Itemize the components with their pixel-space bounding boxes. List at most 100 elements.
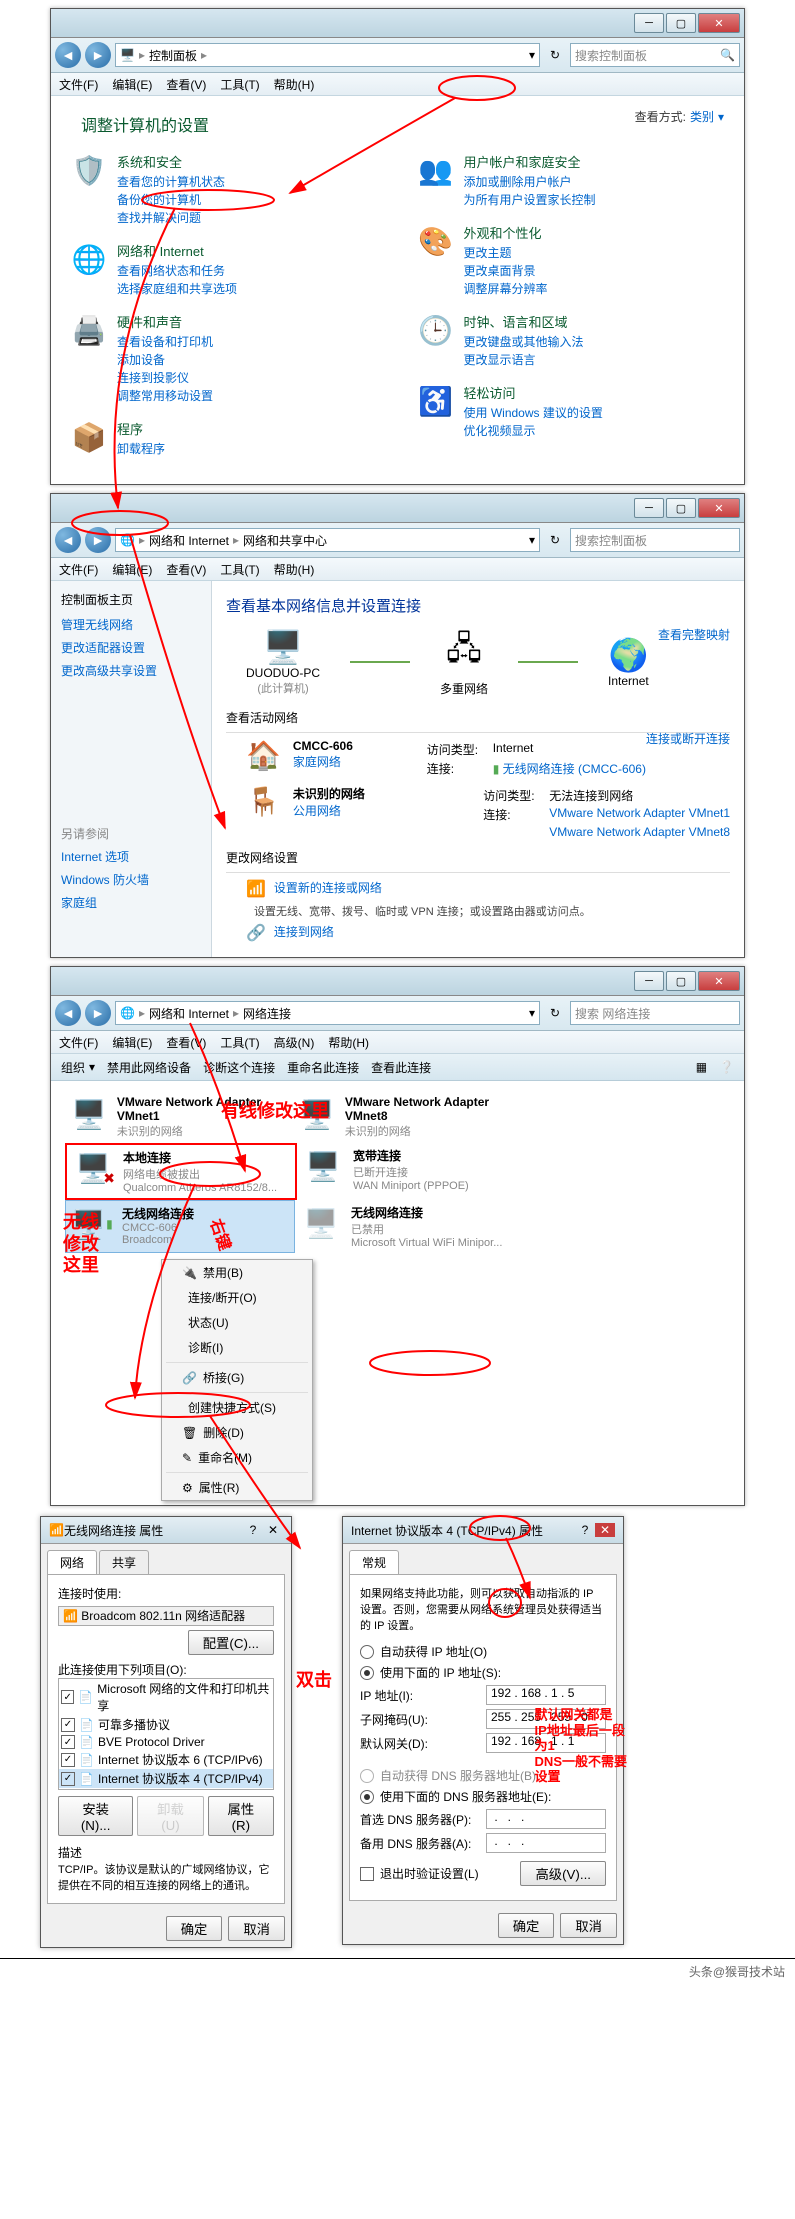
address-bar[interactable]: 🌐▸ 网络和 Internet▸ 网络和共享中心 ▾ (115, 528, 540, 552)
link-add-device[interactable]: 添加设备 (117, 351, 213, 369)
link-lang[interactable]: 更改显示语言 (464, 351, 584, 369)
menu-adv[interactable]: 高级(N) (274, 1034, 315, 1051)
refresh-button[interactable]: ↻ (544, 1006, 566, 1020)
view-mode-value[interactable]: 类别 (690, 108, 714, 125)
adapter-ethernet[interactable]: 🖥️✖ 本地连接网络电缆被拔出Qualcomm Atheros AR8152/8… (65, 1143, 297, 1200)
dns1-input[interactable]: . . . (486, 1809, 606, 1829)
close-button[interactable]: ✕ (263, 1523, 283, 1537)
link-devices[interactable]: 查看设备和打印机 (117, 333, 213, 351)
cat-programs[interactable]: 程序 (117, 419, 165, 438)
vmnet1-link[interactable]: VMware Network Adapter VMnet1 (549, 806, 730, 823)
menu-edit[interactable]: 编辑(E) (112, 561, 152, 578)
ctx-status[interactable]: 状态(U) (162, 1310, 312, 1335)
crumb[interactable]: 控制面板 (149, 47, 197, 64)
link-bg[interactable]: 更改桌面背景 (464, 262, 548, 280)
maximize-button[interactable]: ▢ (666, 971, 696, 991)
close-button[interactable]: ✕ (595, 1523, 615, 1537)
search-input[interactable]: 搜索控制面板 🔍 (570, 43, 740, 67)
menu-help[interactable]: 帮助(H) (274, 76, 315, 93)
link-mobile[interactable]: 调整常用移动设置 (117, 387, 213, 405)
ip-input[interactable]: 192 . 168 . 1 . 5 (486, 1685, 606, 1705)
menu-file[interactable]: 文件(F) (59, 561, 98, 578)
back-button[interactable]: ◄ (55, 42, 81, 68)
address-bar[interactable]: 🖥️ ▸ 控制面板 ▸ ▾ (115, 43, 540, 67)
dns2-input[interactable]: . . . (486, 1833, 606, 1853)
tb-view-conn[interactable]: 查看此连接 (371, 1059, 431, 1076)
forward-button[interactable]: ► (85, 42, 111, 68)
link-ease-video[interactable]: 优化视频显示 (464, 422, 603, 440)
wifi-conn-link[interactable]: 无线网络连接 (CMCC-606) (503, 762, 646, 776)
close-button[interactable]: ✕ (698, 13, 740, 33)
cancel-button[interactable]: 取消 (560, 1913, 617, 1938)
configure-button[interactable]: 配置(C)... (188, 1630, 274, 1655)
adapter-broadband[interactable]: 🖥️ 宽带连接已断开连接WAN Miniport (PPPOE) (297, 1143, 525, 1200)
maximize-button[interactable]: ▢ (666, 498, 696, 518)
list-item[interactable]: ✓📄Microsoft 网络的文件和打印机共享 (59, 1679, 273, 1715)
dropdown-icon[interactable]: ▾ (529, 533, 535, 547)
link-new-conn[interactable]: 设置新的连接或网络 (274, 879, 382, 899)
ctx-delete[interactable]: 🗑删除(D) (162, 1420, 312, 1445)
tab-sharing[interactable]: 共享 (99, 1550, 149, 1574)
radio-auto-ip[interactable] (360, 1645, 374, 1659)
radio-manual-dns[interactable] (360, 1790, 374, 1804)
link-projector[interactable]: 连接到投影仪 (117, 369, 213, 387)
link-ease-suggest[interactable]: 使用 Windows 建议的设置 (464, 404, 603, 422)
network-type-link[interactable]: 公用网络 (293, 802, 365, 819)
list-item[interactable]: ✓📄可靠多播协议 (59, 1715, 273, 1734)
menu-view[interactable]: 查看(V) (166, 76, 206, 93)
props-button[interactable]: 属性(R) (208, 1796, 274, 1836)
link-view-status[interactable]: 查看您的计算机状态 (117, 173, 225, 191)
minimize-button[interactable]: ─ (634, 498, 664, 518)
minimize-button[interactable]: ─ (634, 971, 664, 991)
link-keyboard[interactable]: 更改键盘或其他输入法 (464, 333, 584, 351)
cat-time[interactable]: 时钟、语言和区域 (464, 312, 584, 331)
list-item[interactable]: ✓📄Internet 协议版本 6 (TCP/IPv6) (59, 1750, 273, 1769)
advanced-button[interactable]: 高级(V)... (520, 1861, 606, 1886)
tab-general[interactable]: 常规 (349, 1550, 399, 1574)
link-troubleshoot[interactable]: 查找并解决问题 (117, 209, 225, 227)
list-item[interactable]: ✓📄链路层拓扑发现映射器 I/O 驱动程序 (59, 1788, 273, 1790)
cat-appearance[interactable]: 外观和个性化 (464, 223, 548, 242)
menu-help[interactable]: 帮助(H) (274, 561, 315, 578)
adapter-wifi[interactable]: 🖥️▮ 无线网络连接CMCC-606Broadcom (65, 1200, 295, 1253)
ctx-properties[interactable]: ⚙属性(R) (162, 1475, 312, 1500)
refresh-button[interactable]: ↻ (544, 533, 566, 547)
tb-disable[interactable]: 禁用此网络设备 (107, 1059, 191, 1076)
vmnet8-link[interactable]: VMware Network Adapter VMnet8 (549, 825, 730, 839)
link-connect[interactable]: 连接到网络 (274, 923, 334, 943)
adapter-wifi2[interactable]: 🖥️ 无线网络连接已禁用Microsoft Virtual WiFi Minip… (295, 1200, 523, 1253)
chevron-down-icon[interactable]: ▾ (718, 110, 724, 124)
dropdown-icon[interactable]: ▾ (529, 48, 535, 62)
side-adv-sharing[interactable]: 更改高级共享设置 (61, 662, 201, 679)
install-button[interactable]: 安装(N)... (58, 1796, 133, 1836)
radio-manual-ip[interactable] (360, 1666, 374, 1680)
forward-button[interactable]: ► (85, 527, 111, 553)
side-manage-wifi[interactable]: 管理无线网络 (61, 616, 201, 633)
back-button[interactable]: ◄ (55, 527, 81, 553)
menu-file[interactable]: 文件(F) (59, 76, 98, 93)
ctx-disable[interactable]: 🔌禁用(B) (162, 1260, 312, 1285)
view-icon[interactable]: ▦ (696, 1060, 707, 1074)
help-button[interactable]: ? (575, 1523, 595, 1537)
crumb[interactable]: 网络和共享中心 (243, 532, 327, 549)
link-resolution[interactable]: 调整屏幕分辨率 (464, 280, 548, 298)
cat-ease[interactable]: 轻松访问 (464, 383, 603, 402)
minimize-button[interactable]: ─ (634, 13, 664, 33)
close-button[interactable]: ✕ (698, 498, 740, 518)
ctx-diagnose[interactable]: 诊断(I) (162, 1335, 312, 1360)
menu-edit[interactable]: 编辑(E) (112, 1034, 152, 1051)
tb-rename[interactable]: 重命名此连接 (287, 1059, 359, 1076)
ok-button[interactable]: 确定 (498, 1913, 555, 1938)
address-bar[interactable]: 🌐▸ 网络和 Internet▸ 网络连接 ▾ (115, 1001, 540, 1025)
refresh-button[interactable]: ↻ (544, 48, 566, 62)
menu-view[interactable]: 查看(V) (166, 561, 206, 578)
menu-file[interactable]: 文件(F) (59, 1034, 98, 1051)
menu-tools[interactable]: 工具(T) (220, 1034, 259, 1051)
network-type-link[interactable]: 家庭网络 (293, 753, 353, 770)
ctx-rename[interactable]: ✎重命名(M) (162, 1445, 312, 1470)
link-backup[interactable]: 备份您的计算机 (117, 191, 225, 209)
cat-users[interactable]: 用户帐户和家庭安全 (464, 152, 596, 171)
link-full-map[interactable]: 查看完整映射 (658, 626, 730, 643)
link-uninstall[interactable]: 卸载程序 (117, 440, 165, 458)
side-homegroup[interactable]: 家庭组 (61, 894, 201, 911)
